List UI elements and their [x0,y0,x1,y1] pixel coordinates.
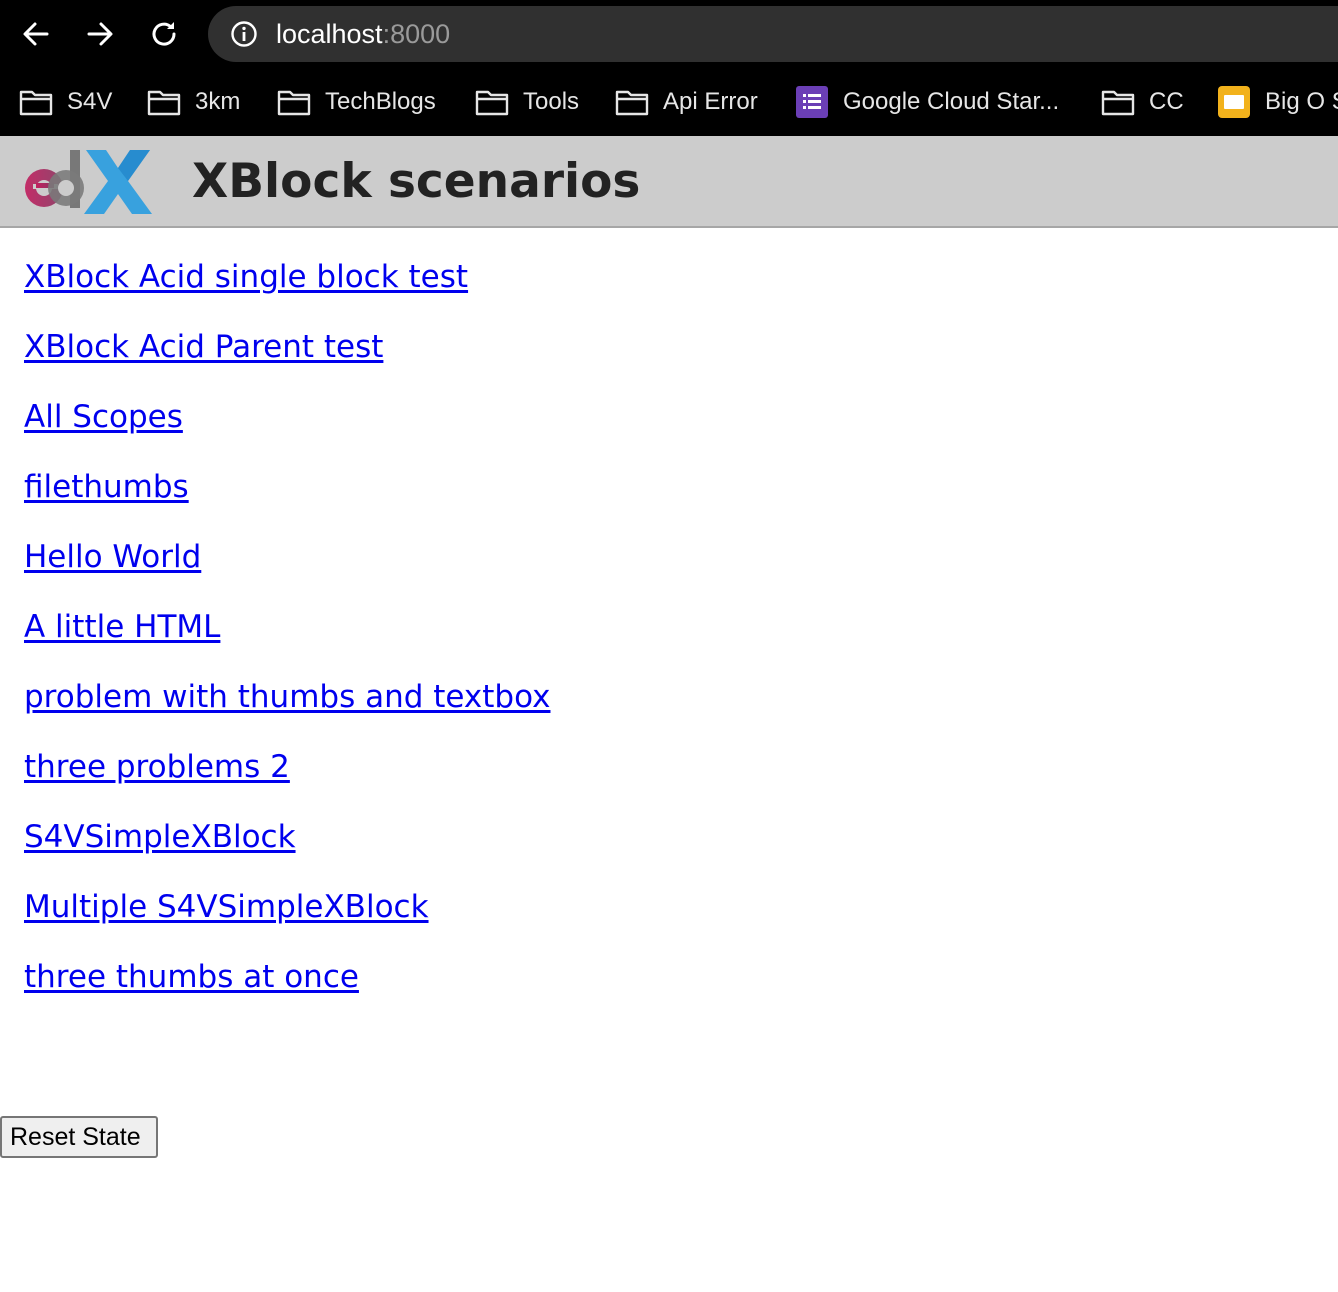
bookmarks-bar: S4V 3km TechBlogs Tools Api Error Google… [0,80,1338,124]
folder-icon [475,85,509,119]
scenario-link[interactable]: All Scopes [24,399,183,435]
list-item: problem with thumbs and textbox [24,676,550,746]
list-item: three problems 2 [24,746,550,816]
folder-icon [147,85,181,119]
list-item: XBlock Acid Parent test [24,326,550,396]
scenario-link[interactable]: S4VSimpleXBlock [24,819,296,855]
address-bar[interactable]: localhost:8000 [208,6,1338,62]
scenario-list: XBlock Acid single block test XBlock Aci… [24,256,550,1026]
url-host: localhost [276,19,383,49]
url-port: :8000 [382,19,451,49]
bookmark-google-cloud[interactable]: Google Cloud Star... [795,80,1059,124]
list-item: A little HTML [24,606,550,676]
bookmark-label: Tools [523,88,580,115]
list-item: Multiple S4VSimpleXBlock [24,886,550,956]
bookmark-3km[interactable]: 3km [147,80,240,124]
forward-button[interactable] [80,14,120,54]
list-item: XBlock Acid single block test [24,256,550,326]
folder-icon [1101,85,1135,119]
scenario-link[interactable]: problem with thumbs and textbox [24,679,550,715]
reset-form: Reset State [0,1116,158,1158]
list-item: Hello World [24,536,550,606]
browser-chrome: localhost:8000 S4V 3km TechBlogs Tools A… [0,0,1338,136]
scenario-link[interactable]: XBlock Acid single block test [24,259,468,295]
list-item: S4VSimpleXBlock [24,816,550,886]
reset-state-button[interactable]: Reset State [0,1116,158,1158]
list-item: All Scopes [24,396,550,466]
scenario-link[interactable]: Multiple S4VSimpleXBlock [24,889,429,925]
scenario-link[interactable]: Hello World [24,539,201,575]
folder-icon [19,85,53,119]
bookmark-label: Google Cloud Star... [843,88,1060,115]
scenario-link[interactable]: three thumbs at once [24,959,359,995]
bookmark-tools[interactable]: Tools [475,80,579,124]
page-header: XBlock scenarios [0,136,1338,228]
scenario-link[interactable]: three problems 2 [24,749,290,785]
scenario-link[interactable]: A little HTML [24,609,220,645]
reload-button[interactable] [144,14,184,54]
bookmark-big-o[interactable]: Big O S [1217,80,1338,124]
url-text[interactable]: localhost:8000 [276,18,450,50]
back-button[interactable] [16,14,56,54]
google-forms-icon [795,85,829,119]
arrow-left-icon [23,22,49,46]
info-icon[interactable] [230,20,258,48]
edx-logo [25,150,152,214]
page-title: XBlock scenarios [192,154,641,209]
list-item: filethumbs [24,466,550,536]
folder-icon [277,85,311,119]
bookmark-api-error[interactable]: Api Error [615,80,758,124]
scenario-link[interactable]: filethumbs [24,469,189,505]
bookmark-label: Api Error [663,88,758,115]
scenario-link[interactable]: XBlock Acid Parent test [24,329,383,365]
bookmark-cc[interactable]: CC [1101,80,1184,124]
bookmark-techblogs[interactable]: TechBlogs [277,80,436,124]
google-slides-icon [1217,85,1251,119]
bookmark-label: CC [1149,88,1184,115]
bookmark-label: Big O S [1265,88,1338,115]
reload-icon [152,22,176,46]
arrow-right-icon [87,22,113,46]
bookmark-s4v[interactable]: S4V [19,80,112,124]
bookmark-label: S4V [67,88,113,115]
bookmark-label: TechBlogs [325,88,436,115]
folder-icon [615,85,649,119]
bookmark-label: 3km [195,88,241,115]
list-item: three thumbs at once [24,956,550,1026]
